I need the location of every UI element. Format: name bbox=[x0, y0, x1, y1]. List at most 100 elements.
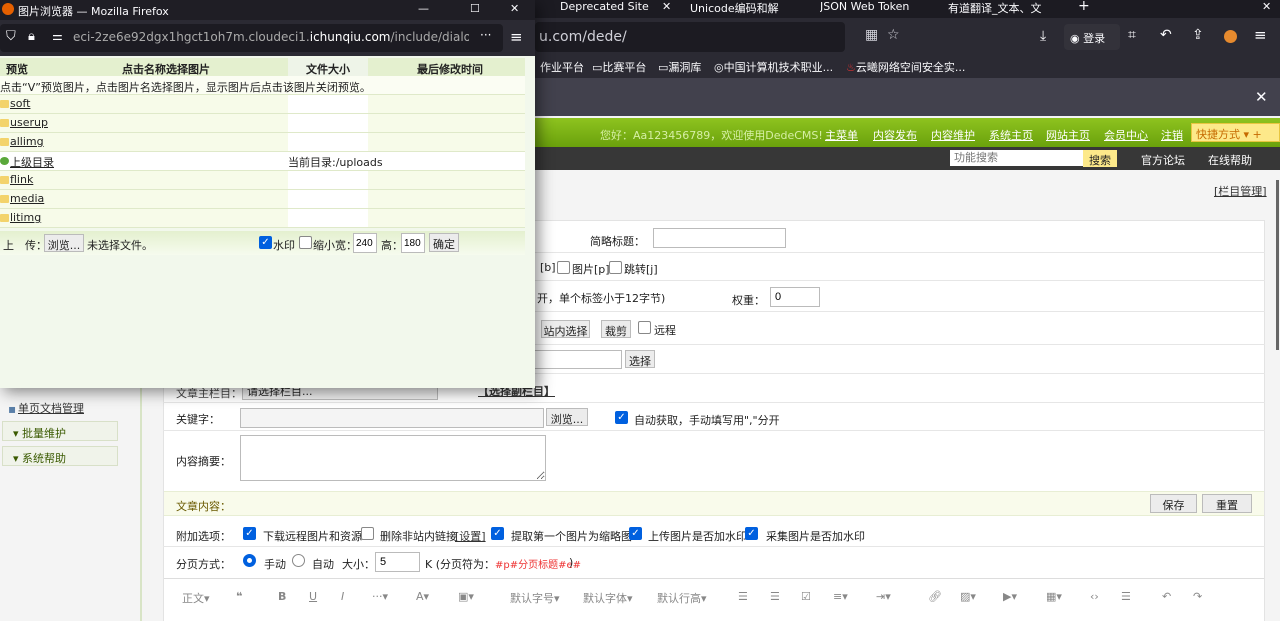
function-search-input[interactable] bbox=[950, 150, 1083, 166]
reset-button[interactable]: 重置 bbox=[1202, 494, 1252, 513]
close-icon[interactable]: ✕ bbox=[510, 2, 519, 15]
flag-jump-checkbox[interactable] bbox=[609, 261, 622, 274]
parent-dir-link[interactable]: 上级目录 bbox=[10, 154, 54, 170]
shrink-checkbox[interactable] bbox=[299, 236, 312, 249]
first-image-thumb-checkbox[interactable]: ✓ bbox=[491, 527, 504, 540]
font-family-dropdown[interactable]: 默认字体▾ bbox=[583, 590, 633, 606]
divider-icon[interactable]: ☰ bbox=[1121, 590, 1131, 603]
undo-icon[interactable]: ↶ bbox=[1162, 590, 1171, 603]
nav-system-home[interactable]: 系统主页 bbox=[989, 127, 1033, 143]
folder-link[interactable]: allimg bbox=[10, 135, 44, 148]
paragraph-format-dropdown[interactable]: 正文▾ bbox=[182, 590, 210, 606]
video-icon[interactable]: ▶▾ bbox=[1003, 590, 1017, 603]
flag-picture-checkbox[interactable] bbox=[557, 261, 570, 274]
window-close-icon[interactable]: ✕ bbox=[1262, 0, 1271, 13]
table-icon[interactable]: ▦▾ bbox=[1046, 590, 1062, 603]
nav-site-home[interactable]: 网站主页 bbox=[1046, 127, 1090, 143]
crop-icon[interactable]: ⌗ bbox=[1128, 27, 1136, 43]
bullet-list-icon[interactable]: ☰ bbox=[738, 590, 748, 603]
help-link[interactable]: 在线帮助 bbox=[1208, 152, 1252, 168]
font-color-icon[interactable]: A▾ bbox=[416, 590, 429, 603]
minimize-icon[interactable]: — bbox=[418, 2, 429, 15]
more-icon[interactable]: ··· bbox=[480, 28, 491, 42]
new-tab-icon[interactable]: + bbox=[1078, 0, 1090, 14]
bookmark[interactable]: ▭比赛平台 bbox=[592, 59, 646, 75]
quote-icon[interactable]: ❝ bbox=[236, 590, 242, 603]
summary-textarea[interactable] bbox=[240, 435, 546, 481]
profile-icon[interactable] bbox=[1224, 30, 1237, 43]
nav-main-menu[interactable]: 主菜单 bbox=[825, 127, 858, 143]
collect-watermark-checkbox[interactable]: ✓ bbox=[745, 527, 758, 540]
url-bar[interactable]: u.com/dede/ ▦ ☆ bbox=[535, 22, 900, 52]
link-icon[interactable]: 🔗︎ bbox=[928, 590, 942, 603]
width-input[interactable] bbox=[353, 233, 377, 253]
maximize-icon[interactable]: ☐ bbox=[470, 2, 480, 15]
short-title-input[interactable] bbox=[653, 228, 786, 248]
download-remote-checkbox[interactable]: ✓ bbox=[243, 527, 256, 540]
bookmark[interactable]: ◎中国计算机技术职业... bbox=[714, 59, 833, 75]
shortcut-menu[interactable]: 快捷方式 ▾ + bbox=[1191, 123, 1280, 142]
tab[interactable]: 有道翻译_文本、文 bbox=[948, 0, 1058, 18]
tab[interactable]: Unicode编码和解 bbox=[690, 0, 800, 18]
bookmark[interactable]: ♨云曦网络空间安全实... bbox=[846, 59, 965, 75]
extension-icon[interactable]: ⇪ bbox=[1192, 27, 1204, 43]
image-icon[interactable]: ▨▾ bbox=[960, 590, 976, 603]
bold-icon[interactable]: B bbox=[278, 590, 286, 603]
qr-icon[interactable]: ▦ bbox=[865, 27, 878, 43]
site-select-button[interactable]: 站内选择 bbox=[541, 320, 590, 338]
keywords-input[interactable] bbox=[240, 408, 544, 428]
menu-icon[interactable]: ≡ bbox=[1254, 26, 1267, 44]
batch-maintain-menu[interactable]: ▾ 批量维护 bbox=[2, 421, 118, 441]
folder-link[interactable]: soft bbox=[10, 97, 30, 110]
nav-publish[interactable]: 内容发布 bbox=[873, 127, 917, 143]
indent-icon[interactable]: ⇥▾ bbox=[876, 590, 891, 603]
remote-checkbox[interactable] bbox=[638, 321, 651, 334]
bookmark[interactable]: ▭漏洞库 bbox=[658, 59, 701, 75]
settings-link[interactable]: [设置] bbox=[455, 528, 486, 544]
keywords-browse-button[interactable]: 浏览... bbox=[546, 408, 588, 426]
menu-icon[interactable]: ≡ bbox=[510, 28, 523, 46]
source-input[interactable] bbox=[530, 350, 622, 369]
search-button[interactable]: 搜索 bbox=[1083, 150, 1117, 167]
download-icon[interactable]: ⤓ bbox=[1040, 28, 1046, 44]
scrollbar[interactable] bbox=[1276, 180, 1279, 350]
height-input[interactable] bbox=[401, 233, 425, 253]
crop-button[interactable]: 裁剪 bbox=[601, 320, 631, 338]
confirm-button[interactable]: 确定 bbox=[429, 233, 459, 252]
remove-links-checkbox[interactable] bbox=[361, 527, 374, 540]
underline-icon[interactable]: U bbox=[309, 590, 317, 603]
forum-link[interactable]: 官方论坛 bbox=[1141, 152, 1185, 168]
single-page-link[interactable]: 单页文档管理 bbox=[18, 400, 84, 416]
nav-member-center[interactable]: 会员中心 bbox=[1104, 127, 1148, 143]
bookmark-star-icon[interactable]: ☆ bbox=[887, 27, 900, 43]
numbered-list-icon[interactable]: ☰ bbox=[770, 590, 780, 603]
more-icon[interactable]: ···▾ bbox=[372, 590, 388, 603]
tab[interactable]: JSON Web Token bbox=[820, 0, 920, 18]
folder-link[interactable]: media bbox=[10, 192, 44, 205]
nav-logout[interactable]: 注销 bbox=[1161, 127, 1183, 143]
login-button[interactable]: ◉ 登录 bbox=[1064, 24, 1120, 50]
redo-icon[interactable]: ↷ bbox=[1193, 590, 1202, 603]
align-icon[interactable]: ≡▾ bbox=[833, 590, 848, 603]
auto-fetch-checkbox[interactable]: ✓ bbox=[615, 411, 628, 424]
close-icon[interactable]: ✕ bbox=[662, 0, 671, 13]
folder-link[interactable]: litimg bbox=[10, 211, 41, 224]
bookmark[interactable]: 作业平台 bbox=[540, 59, 584, 75]
folder-link[interactable]: flink bbox=[10, 173, 33, 186]
back-icon[interactable]: ↶ bbox=[1160, 27, 1172, 43]
select-button[interactable]: 选择 bbox=[625, 350, 655, 368]
page-size-input[interactable] bbox=[375, 552, 420, 572]
weight-input[interactable] bbox=[770, 287, 820, 307]
auto-radio[interactable] bbox=[292, 554, 305, 567]
watermark-checkbox[interactable]: ✓ bbox=[259, 236, 272, 249]
manual-radio[interactable] bbox=[243, 554, 256, 567]
upload-watermark-checkbox[interactable]: ✓ bbox=[629, 527, 642, 540]
background-color-icon[interactable]: ▣▾ bbox=[458, 590, 474, 603]
tab[interactable]: Deprecated Site bbox=[560, 0, 660, 18]
todo-icon[interactable]: ☑ bbox=[801, 590, 811, 603]
font-size-dropdown[interactable]: 默认字号▾ bbox=[510, 590, 560, 606]
system-help-menu[interactable]: ▾ 系统帮助 bbox=[2, 446, 118, 466]
popup-url-field[interactable]: ⛉ 🔒︎ ⚌ eci-2ze6e92dgx1hgct1oh7m.cloudeci… bbox=[0, 24, 503, 52]
save-button[interactable]: 保存 bbox=[1150, 494, 1197, 513]
line-height-dropdown[interactable]: 默认行高▾ bbox=[657, 590, 707, 606]
